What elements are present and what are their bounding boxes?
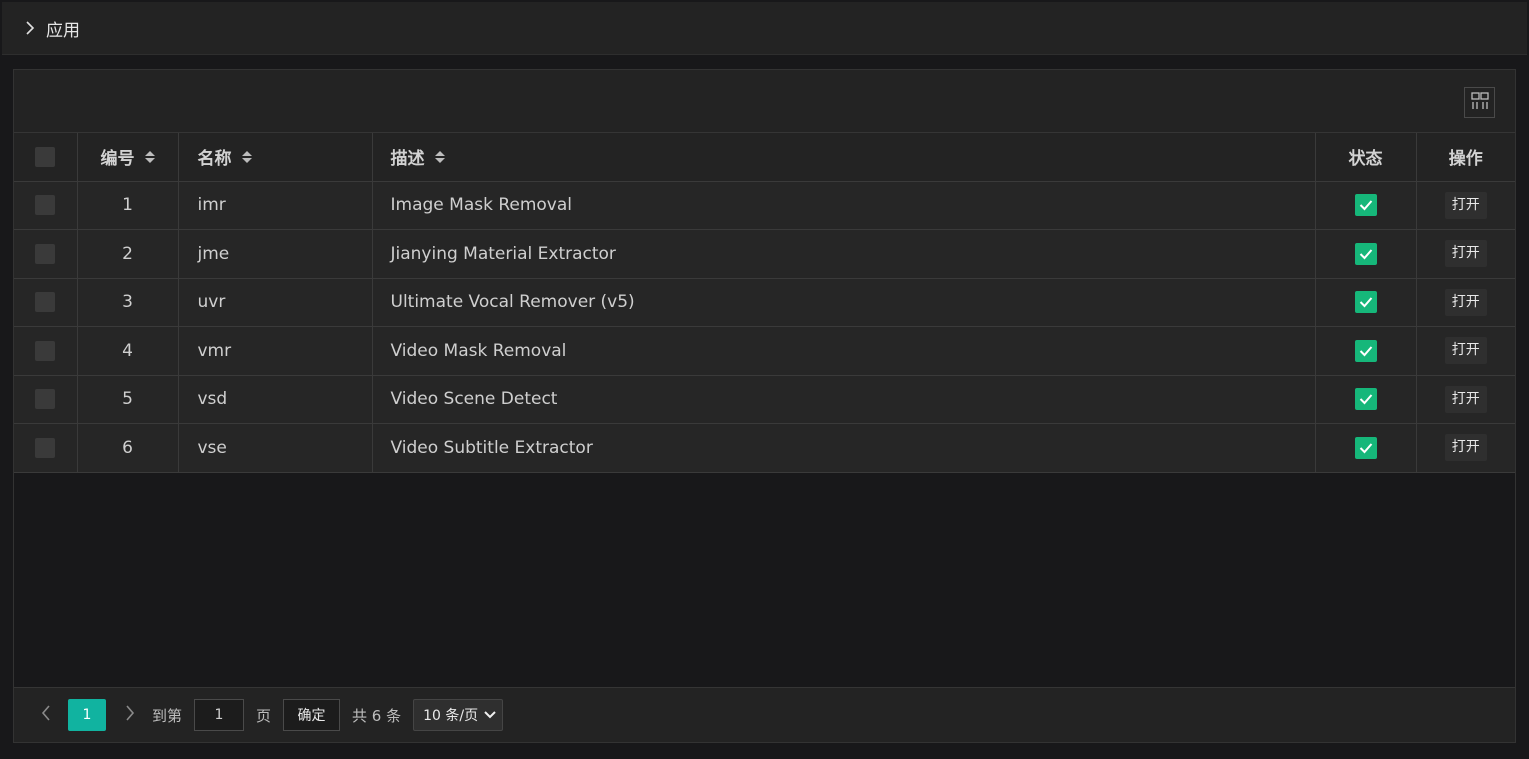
row-status-cell — [1314, 326, 1417, 376]
row-description: Video Mask Removal — [371, 326, 1316, 376]
open-button[interactable]: 打开 — [1444, 337, 1487, 365]
table-row[interactable]: 3 uvr Ultimate Vocal Remover (v5) 打开 — [14, 277, 1515, 327]
open-button[interactable]: 打开 — [1444, 434, 1487, 462]
status-checkbox[interactable] — [1354, 339, 1377, 362]
row-select-cell — [14, 180, 78, 230]
table-header-row: 编号 名称 描述 状态 操作 — [14, 133, 1515, 182]
table-row[interactable]: 1 imr Image Mask Removal 打开 — [14, 180, 1515, 230]
table-row[interactable]: 6 vse Video Subtitle Extractor 打开 — [14, 423, 1515, 473]
row-actions-cell: 打开 — [1415, 277, 1515, 327]
column-header-id[interactable]: 编号 — [76, 133, 179, 182]
goto-page-input[interactable]: 1 — [194, 699, 245, 731]
row-status-cell — [1314, 423, 1417, 473]
sort-icon[interactable] — [144, 150, 155, 163]
row-actions-cell: 打开 — [1415, 180, 1515, 230]
select-all-cell — [14, 133, 78, 182]
goto-label: 到第 — [152, 706, 183, 725]
row-select-cell — [14, 326, 78, 376]
table-row[interactable]: 2 jme Jianying Material Extractor 打开 — [14, 229, 1515, 279]
current-page-button[interactable]: 1 — [68, 699, 106, 731]
page-label: 页 — [256, 706, 272, 725]
row-status-cell — [1314, 229, 1417, 279]
row-status-cell — [1314, 277, 1417, 327]
row-description: Image Mask Removal — [371, 180, 1316, 230]
row-id: 5 — [76, 374, 179, 424]
column-settings-button[interactable] — [1464, 87, 1495, 118]
row-name: uvr — [177, 277, 373, 327]
select-all-checkbox[interactable] — [35, 146, 56, 167]
row-id: 4 — [76, 326, 179, 376]
chevron-down-icon — [484, 707, 496, 723]
page-title: 应用 — [46, 20, 80, 41]
status-checkbox[interactable] — [1354, 436, 1377, 459]
row-checkbox[interactable] — [35, 243, 56, 264]
row-actions-cell: 打开 — [1415, 229, 1515, 279]
status-checkbox[interactable] — [1354, 242, 1377, 265]
total-count: 共 6 条 — [352, 706, 402, 725]
row-checkbox[interactable] — [35, 195, 56, 216]
confirm-button[interactable]: 确定 — [283, 699, 341, 731]
prev-page-button[interactable] — [36, 705, 56, 725]
column-header-desc[interactable]: 描述 — [371, 133, 1316, 182]
chevron-right-icon[interactable] — [22, 20, 38, 36]
table-row[interactable]: 4 vmr Video Mask Removal 打开 — [14, 326, 1515, 376]
open-button[interactable]: 打开 — [1444, 288, 1487, 316]
page-header: 应用 — [2, 2, 1527, 55]
row-actions-cell: 打开 — [1415, 326, 1515, 376]
chevron-right-icon — [125, 705, 135, 725]
row-description: Jianying Material Extractor — [371, 229, 1316, 279]
row-actions-cell: 打开 — [1415, 374, 1515, 424]
status-checkbox[interactable] — [1354, 388, 1377, 411]
row-select-cell — [14, 229, 78, 279]
row-id: 2 — [76, 229, 179, 279]
pagination: 1 到第 1 页 确定 共 6 条 10 条/页 — [14, 687, 1515, 742]
table-panel: 编号 名称 描述 状态 操作 1 imr Image Mask Removal … — [13, 69, 1516, 743]
row-checkbox[interactable] — [35, 389, 56, 410]
sort-icon[interactable] — [241, 150, 252, 163]
sort-icon[interactable] — [434, 150, 445, 163]
open-button[interactable]: 打开 — [1444, 385, 1487, 413]
row-name: imr — [177, 180, 373, 230]
row-description: Video Scene Detect — [371, 374, 1316, 424]
table-toolbar — [14, 70, 1515, 133]
column-header-name-label: 名称 — [197, 149, 232, 170]
apps-table: 编号 名称 描述 状态 操作 1 imr Image Mask Removal … — [14, 133, 1515, 473]
row-checkbox[interactable] — [35, 292, 56, 313]
chevron-left-icon — [41, 705, 51, 725]
row-actions-cell: 打开 — [1415, 423, 1515, 473]
row-name: vmr — [177, 326, 373, 376]
column-header-name[interactable]: 名称 — [177, 133, 373, 182]
row-select-cell — [14, 277, 78, 327]
table-row[interactable]: 5 vsd Video Scene Detect 打开 — [14, 374, 1515, 424]
row-name: jme — [177, 229, 373, 279]
row-description: Video Subtitle Extractor — [371, 423, 1316, 473]
page-size-value: 10 条/页 — [423, 708, 479, 724]
row-name: vsd — [177, 374, 373, 424]
row-select-cell — [14, 374, 78, 424]
row-id: 3 — [76, 277, 179, 327]
page-size-select[interactable]: 10 条/页 — [413, 699, 504, 731]
row-status-cell — [1314, 180, 1417, 230]
grid-columns-icon — [1470, 91, 1489, 114]
column-header-desc-label: 描述 — [390, 149, 425, 170]
row-id: 1 — [76, 180, 179, 230]
open-button[interactable]: 打开 — [1444, 240, 1487, 268]
status-checkbox[interactable] — [1354, 194, 1377, 217]
row-checkbox[interactable] — [35, 437, 56, 458]
row-description: Ultimate Vocal Remover (v5) — [371, 277, 1316, 327]
row-id: 6 — [76, 423, 179, 473]
column-header-id-label: 编号 — [100, 149, 135, 170]
row-name: vse — [177, 423, 373, 473]
row-status-cell — [1314, 374, 1417, 424]
status-checkbox[interactable] — [1354, 291, 1377, 314]
row-select-cell — [14, 423, 78, 473]
column-header-actions: 操作 — [1415, 133, 1515, 182]
next-page-button[interactable] — [120, 705, 140, 725]
row-checkbox[interactable] — [35, 340, 56, 361]
open-button[interactable]: 打开 — [1444, 191, 1487, 219]
column-header-status: 状态 — [1314, 133, 1417, 182]
